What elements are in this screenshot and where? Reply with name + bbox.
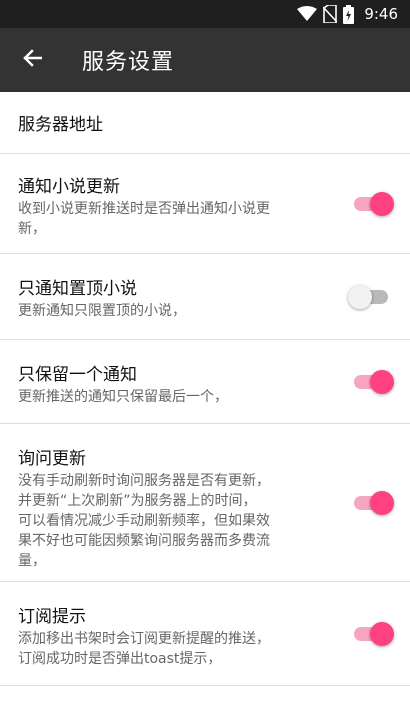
setting-title: 只通知置顶小说 xyxy=(18,279,137,299)
setting-title: 询问更新 xyxy=(18,449,86,469)
setting-title: 服务器地址 xyxy=(18,115,103,135)
subscribe-tip-switch[interactable] xyxy=(354,621,394,646)
app-bar: 服务设置 xyxy=(0,28,410,92)
setting-summary: 收到小说更新推送时是否弹出通知小说更 新， xyxy=(18,201,270,237)
switch-knob xyxy=(370,490,394,515)
setting-title: 通知小说更新 xyxy=(18,177,120,197)
status-time: 9:46 xyxy=(364,5,398,23)
setting-summary: 没有手动刷新时询问服务器是否有更新， 并更新“上次刷新”为服务器上的时间， 可以… xyxy=(18,473,270,569)
ask-update-switch[interactable] xyxy=(354,490,394,515)
setting-title: 订阅提示 xyxy=(18,607,86,627)
setting-ask-update[interactable]: 询问更新 没有手动刷新时询问服务器是否有更新， 并更新“上次刷新”为服务器上的时… xyxy=(0,424,410,582)
setting-keep-one-notification[interactable]: 只保留一个通知 更新推送的通知只保留最后一个， xyxy=(0,340,410,424)
setting-summary: 更新推送的通知只保留最后一个， xyxy=(18,389,228,405)
setting-title: 只保留一个通知 xyxy=(18,365,137,385)
notify-update-switch[interactable] xyxy=(354,191,394,216)
setting-notify-novel-update[interactable]: 通知小说更新 收到小说更新推送时是否弹出通知小说更 新， xyxy=(0,154,410,254)
setting-server-address[interactable]: 服务器地址 xyxy=(0,92,410,154)
keep-one-switch[interactable] xyxy=(354,369,394,394)
setting-notify-pinned-only[interactable]: 只通知置顶小说 更新通知只限置顶的小说， xyxy=(0,254,410,340)
setting-summary: 更新通知只限置顶的小说， xyxy=(18,303,186,319)
setting-summary: 添加移出书架时会订阅更新提醒的推送， 订阅成功时是否弹出toast提示， xyxy=(18,631,270,667)
switch-knob xyxy=(370,369,394,394)
page-title: 服务设置 xyxy=(82,50,175,75)
battery-charging-icon xyxy=(343,4,355,24)
switch-knob xyxy=(370,191,394,216)
status-bar: 9:46 xyxy=(0,0,410,28)
switch-knob xyxy=(370,621,394,646)
pinned-only-switch[interactable] xyxy=(348,284,388,309)
back-button[interactable] xyxy=(0,28,64,92)
arrow-left-icon xyxy=(22,48,43,72)
settings-list: 服务器地址 通知小说更新 收到小说更新推送时是否弹出通知小说更 新， 只通知置顶… xyxy=(0,92,410,686)
wifi-icon xyxy=(297,6,318,22)
setting-subscribe-tip[interactable]: 订阅提示 添加移出书架时会订阅更新提醒的推送， 订阅成功时是否弹出toast提示… xyxy=(0,582,410,686)
no-sim-icon xyxy=(323,5,338,23)
switch-knob xyxy=(348,284,372,309)
